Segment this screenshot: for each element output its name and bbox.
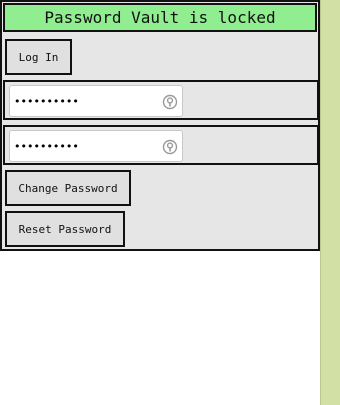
password-input-2[interactable] <box>14 135 162 157</box>
password-field-1[interactable] <box>9 85 183 117</box>
password-input-1[interactable] <box>14 90 162 112</box>
key-reveal-icon[interactable] <box>162 139 178 155</box>
vault-status-banner: Password Vault is locked <box>3 3 317 32</box>
password-field-2[interactable] <box>9 130 183 162</box>
vertical-scrollbar[interactable] <box>320 0 340 405</box>
key-reveal-icon[interactable] <box>162 94 178 110</box>
vault-panel: Password Vault is locked Log In Change P… <box>0 0 320 251</box>
password-row-1 <box>3 80 319 120</box>
login-button[interactable]: Log In <box>5 39 72 75</box>
change-password-button[interactable]: Change Password <box>5 170 131 206</box>
password-row-2 <box>3 125 319 165</box>
vault-status-text: Password Vault is locked <box>44 8 276 27</box>
reset-password-button[interactable]: Reset Password <box>5 211 125 247</box>
